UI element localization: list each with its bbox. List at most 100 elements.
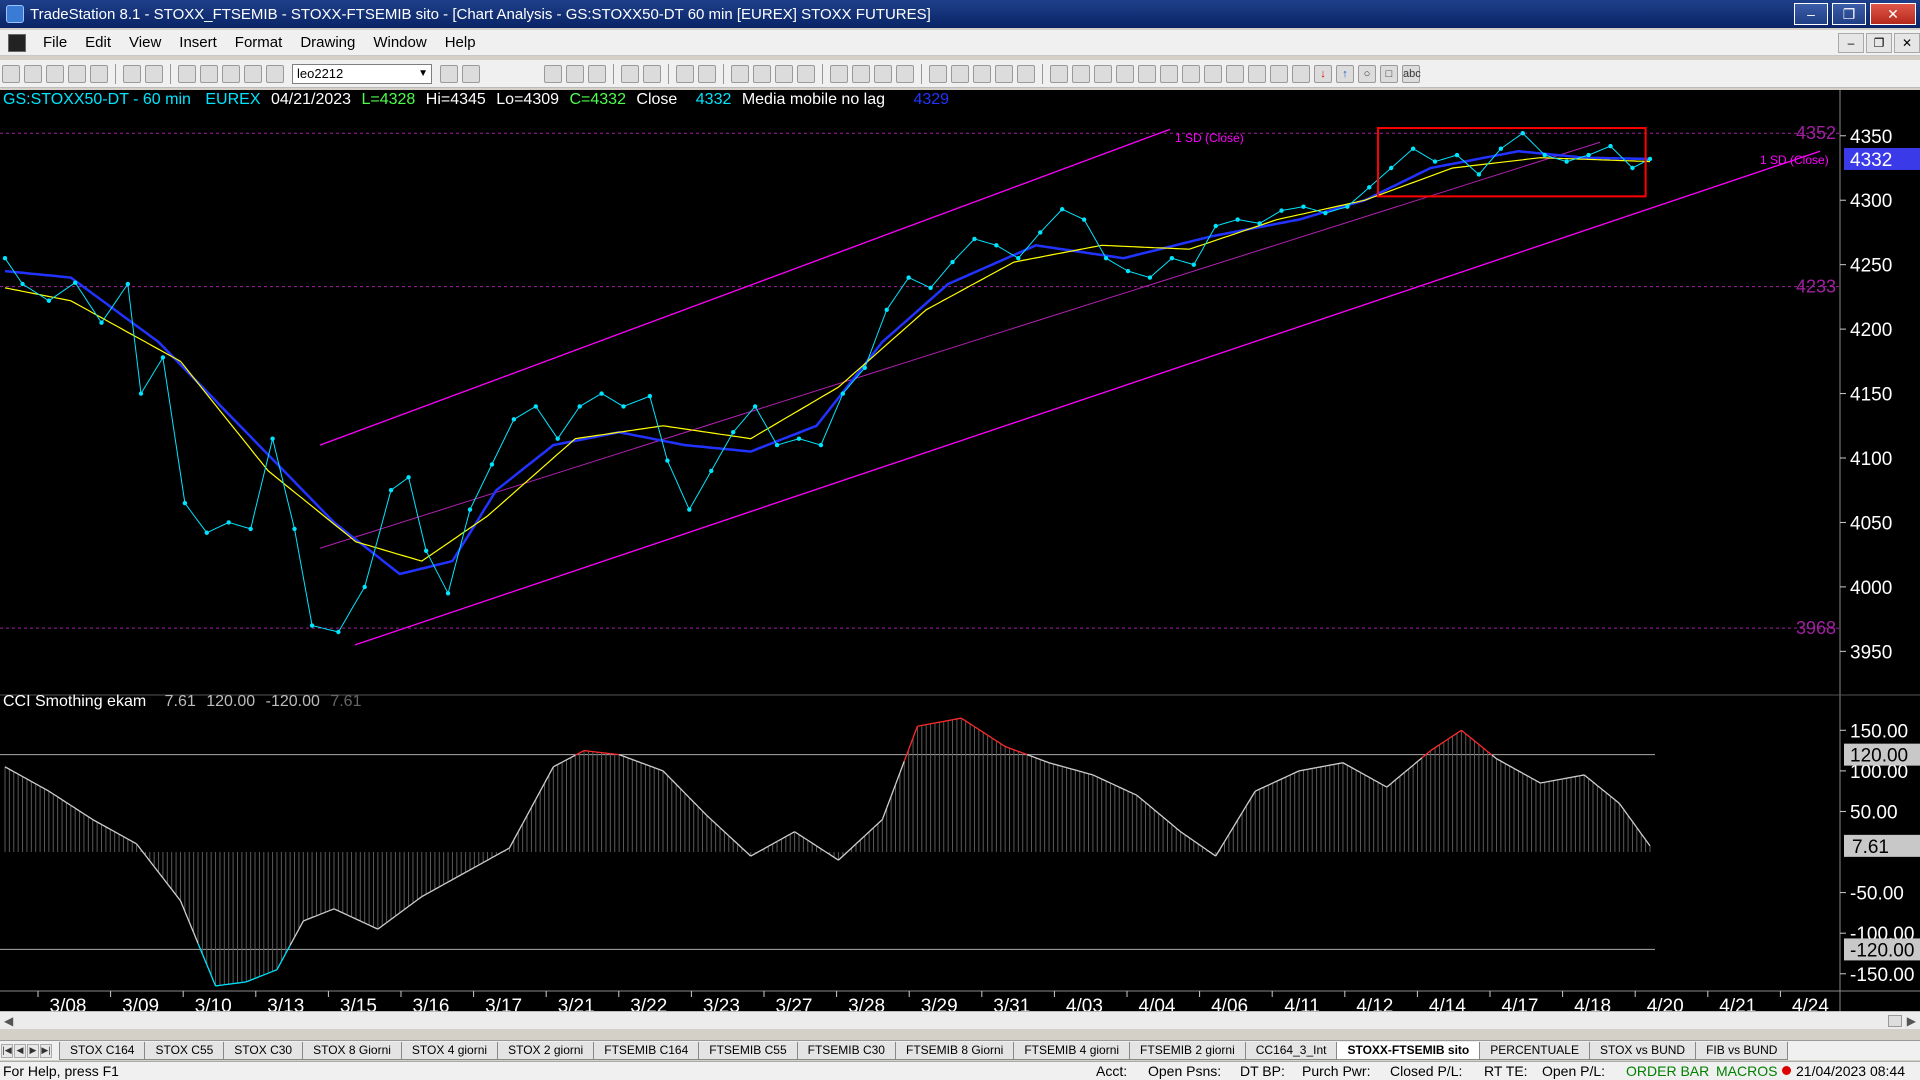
candlestick-icon[interactable] — [775, 64, 793, 83]
print-icon[interactable] — [123, 64, 141, 83]
macros-button[interactable]: MACROS — [1716, 1062, 1777, 1080]
workspace-tab[interactable]: STOX C164 — [59, 1041, 146, 1060]
tab-first-icon[interactable]: |◀ — [1, 1043, 13, 1058]
line-chart-icon[interactable] — [753, 64, 771, 83]
workspace-tab[interactable]: FTSEMIB C164 — [593, 1041, 700, 1060]
menu-insert[interactable]: Insert — [170, 34, 226, 51]
workspace-tab[interactable]: STOX 2 giorni — [497, 1041, 595, 1060]
arrow-up-icon[interactable]: ↑ — [1336, 64, 1354, 83]
maximize-button[interactable]: ❐ — [1832, 3, 1866, 25]
scroll-right-icon[interactable]: ▶ — [1907, 1014, 1916, 1028]
strategy-icon[interactable] — [643, 64, 661, 83]
osc-line-segment — [833, 856, 839, 861]
workspace-tab[interactable]: STOX 8 Giorni — [302, 1041, 402, 1060]
workspace-tab[interactable]: STOX vs BUND — [1588, 1041, 1697, 1060]
radar-screen-icon[interactable] — [566, 64, 584, 83]
arc-icon[interactable] — [1270, 64, 1288, 83]
menu-help[interactable]: Help — [436, 34, 485, 51]
new-file-icon[interactable] — [2, 64, 20, 83]
workspace-tab[interactable]: STOX C55 — [144, 1041, 225, 1060]
workspace-tab[interactable]: FTSEMIB C30 — [796, 1041, 896, 1060]
open-folder-icon[interactable] — [24, 64, 42, 83]
fibonacci-icon[interactable] — [1116, 64, 1134, 83]
mdi-minimize-button[interactable]: – — [1838, 32, 1864, 53]
workspace-tab[interactable]: FTSEMIB 2 giorni — [1129, 1041, 1246, 1060]
chart-canvas[interactable]: 4352 4233 3968 4350 4300 4250 4200 4150 4100 4050… — [0, 90, 1920, 1011]
workspace-tab[interactable]: STOX C30 — [223, 1041, 304, 1060]
note-icon[interactable] — [244, 64, 262, 83]
gann-fan-icon[interactable] — [1072, 64, 1090, 83]
scroll-thumb[interactable] — [1888, 1015, 1902, 1027]
osc-line-segment — [491, 854, 497, 859]
mdi-restore-button[interactable]: ❐ — [1866, 32, 1892, 53]
shrink-bars-icon[interactable] — [830, 64, 848, 83]
chart-analysis-window[interactable]: 4352 4233 3968 4350 4300 4250 4200 4150 4100 4050… — [0, 90, 1920, 1011]
copy-icon[interactable] — [178, 64, 196, 83]
andrews-pitchfork-icon[interactable] — [1160, 64, 1178, 83]
point-figure-icon[interactable] — [797, 64, 815, 83]
ellipse-icon[interactable]: ○ — [1358, 64, 1376, 83]
matrix-icon[interactable] — [588, 64, 606, 83]
time-cycle-icon[interactable] — [1248, 64, 1266, 83]
tab-next-icon[interactable]: ▶ — [27, 1043, 39, 1058]
minimize-button[interactable]: – — [1794, 3, 1828, 25]
trendline-icon[interactable] — [1050, 64, 1068, 83]
mdi-close-button[interactable]: ✕ — [1894, 32, 1920, 53]
arrow-down-icon[interactable]: ↓ — [1314, 64, 1332, 83]
symbol-list-dropdown[interactable]: leo2212 — [292, 63, 432, 84]
expand-bars-icon[interactable] — [852, 64, 870, 83]
pointer-icon[interactable] — [929, 64, 947, 83]
bar-chart-icon[interactable] — [731, 64, 749, 83]
workspace-tab[interactable]: FTSEMIB 8 Giorni — [894, 1041, 1015, 1060]
workspace-icon[interactable] — [1017, 64, 1035, 83]
zoom-in-icon[interactable] — [874, 64, 892, 83]
save-icon[interactable] — [90, 64, 108, 83]
workspace-tab[interactable]: FTSEMIB C55 — [698, 1041, 798, 1060]
zoom-out-icon[interactable] — [896, 64, 914, 83]
symbol-search-icon[interactable] — [462, 64, 480, 83]
workspace-tab[interactable]: CC164_3_Int — [1244, 1041, 1338, 1060]
menu-file[interactable]: File — [34, 34, 76, 51]
data-tip-icon[interactable] — [951, 64, 969, 83]
workspace-tab[interactable]: PERCENTUALE — [1479, 1041, 1590, 1060]
chart-window-icon[interactable] — [8, 33, 26, 52]
menu-view[interactable]: View — [120, 34, 170, 51]
new-workspace-icon[interactable] — [68, 64, 86, 83]
workspace-tab[interactable]: STOX 4 giorni — [400, 1041, 499, 1060]
color-palette-icon[interactable] — [266, 64, 284, 83]
menu-drawing[interactable]: Drawing — [291, 34, 364, 51]
workspace-tab[interactable]: FTSEMIB 4 giorni — [1013, 1041, 1131, 1060]
osc-line-segment — [1403, 768, 1410, 773]
indicator-icon[interactable] — [621, 64, 639, 83]
channel-icon[interactable] — [1204, 64, 1222, 83]
rectangle-icon[interactable]: □ — [1380, 64, 1398, 83]
freehand-icon[interactable] — [1292, 64, 1310, 83]
price-tick-label: 4300 — [1850, 191, 1892, 212]
regression-channel-icon[interactable] — [1226, 64, 1244, 83]
speedline-icon[interactable] — [1138, 64, 1156, 83]
menu-edit[interactable]: Edit — [76, 34, 120, 51]
play-arrow-icon[interactable] — [440, 64, 458, 83]
horizontal-scrollbar[interactable]: ◀ ▶ — [0, 1011, 1920, 1029]
menu-window[interactable]: Window — [364, 34, 435, 51]
lock-icon[interactable] — [222, 64, 240, 83]
tools-icon[interactable] — [973, 64, 991, 83]
workspace-tab[interactable]: FIB vs BUND — [1695, 1041, 1789, 1060]
menu-format[interactable]: Format — [226, 34, 292, 51]
workspace-tab[interactable]: STOXX-FTSEMIB sito — [1336, 1041, 1481, 1060]
tab-last-icon[interactable]: ▶| — [40, 1043, 52, 1058]
order-bar-button[interactable]: ORDER BAR — [1626, 1062, 1709, 1080]
refresh-icon[interactable] — [698, 64, 716, 83]
scroll-left-icon[interactable]: ◀ — [4, 1014, 13, 1028]
text-tool-icon[interactable]: abc — [1402, 64, 1421, 83]
horizontal-line-icon[interactable] — [1094, 64, 1112, 83]
chart-style-icon[interactable] — [544, 64, 562, 83]
print-preview-icon[interactable] — [145, 64, 163, 83]
tab-prev-icon[interactable]: ◀ — [14, 1043, 26, 1058]
vertical-lines-icon[interactable] — [1182, 64, 1200, 83]
paste-icon[interactable] — [200, 64, 218, 83]
close-button[interactable]: ✕ — [1870, 3, 1916, 25]
open-workspace-icon[interactable] — [46, 64, 64, 83]
alert-icon[interactable] — [995, 64, 1013, 83]
format-window-icon[interactable] — [676, 64, 694, 83]
